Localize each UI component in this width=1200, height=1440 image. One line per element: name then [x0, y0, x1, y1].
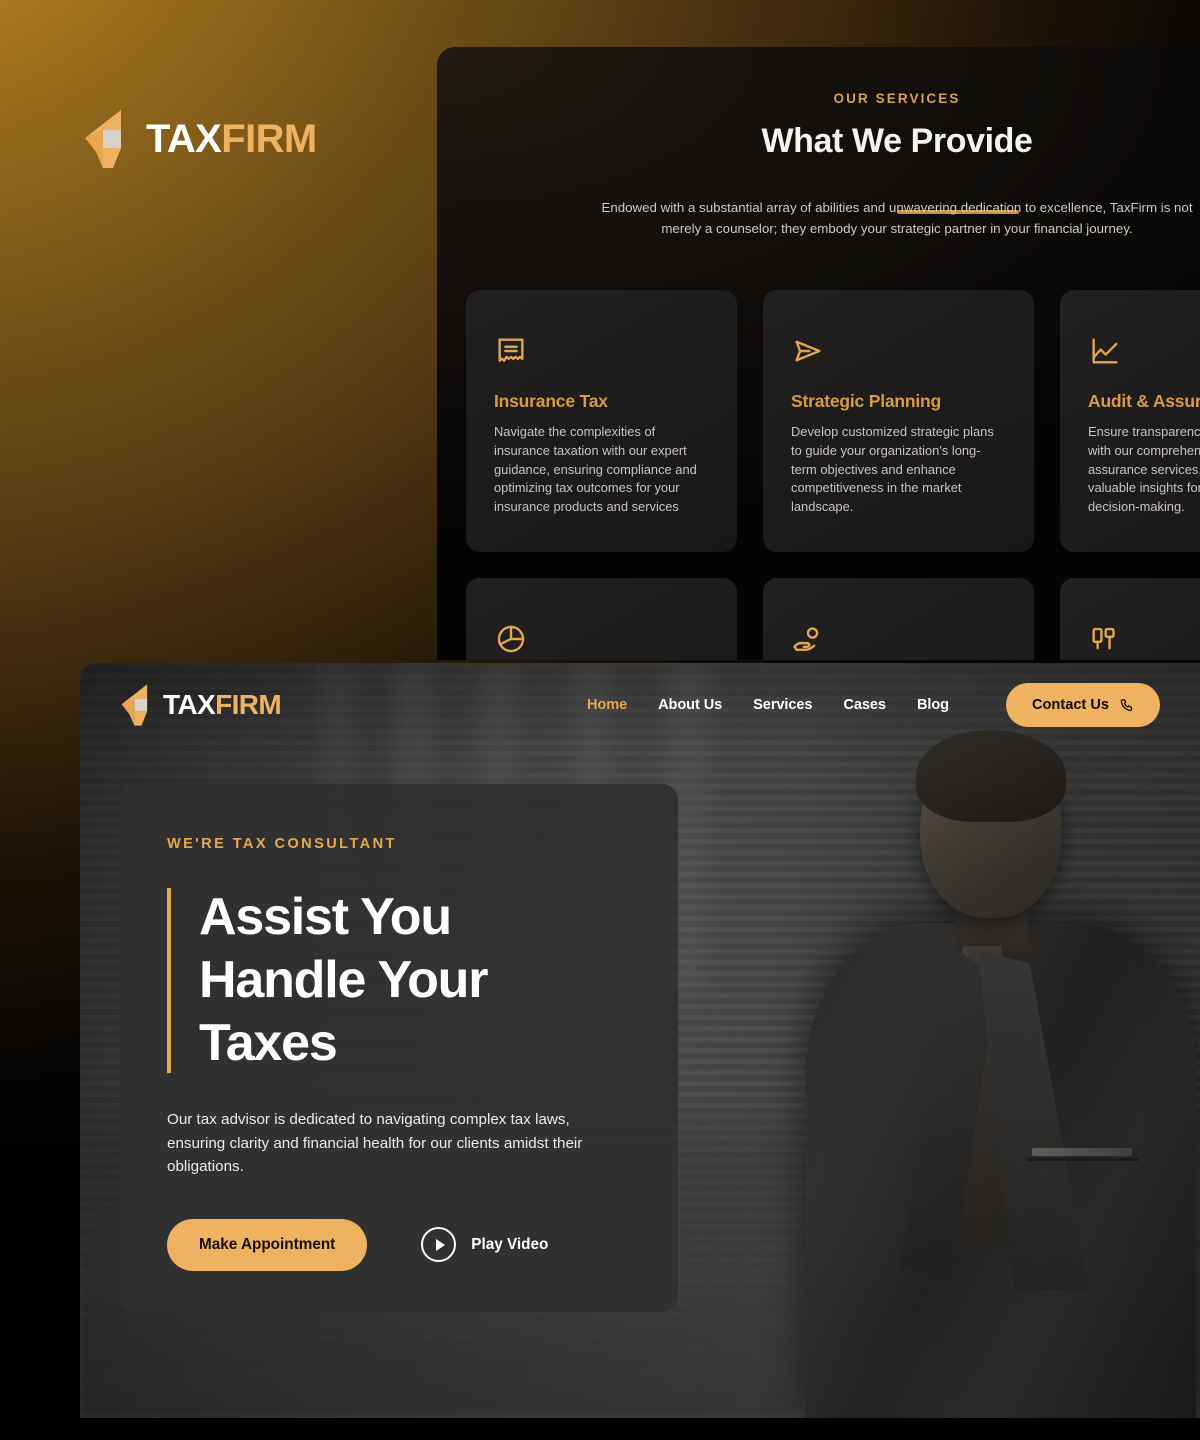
service-card[interactable]: Insurance Tax Navigate the complexities … — [466, 290, 737, 552]
play-circle-icon — [421, 1227, 457, 1262]
nav-link-services[interactable]: Services — [753, 697, 812, 713]
service-card[interactable] — [1060, 578, 1200, 660]
play-video-button[interactable]: Play Video — [421, 1227, 548, 1262]
hero-actions: Make Appointment Play Video — [167, 1218, 630, 1271]
brand-tax-text: TAX — [146, 116, 222, 161]
services-title: What We Provide — [761, 122, 1033, 160]
nav-link-cases[interactable]: Cases — [843, 697, 886, 713]
site-navbar: TAXFIRM Home About Us Services Cases Blo… — [80, 663, 1200, 747]
hero-heading-line-3: Taxes — [199, 1014, 338, 1072]
taxfirm-logo-icon — [121, 684, 148, 726]
service-card-desc: Develop customized strategic plans to gu… — [791, 424, 994, 515]
hero-eyebrow: WE'RE TAX CONSULTANT — [167, 836, 397, 852]
nav-link-blog[interactable]: Blog — [917, 697, 949, 713]
taxfirm-logo-icon — [85, 110, 121, 168]
hero-heading-line-1: Assist You — [199, 888, 452, 946]
paper-plane-icon — [791, 334, 825, 368]
services-panel: OUR SERVICES What We Provide Endowed wit… — [437, 47, 1200, 660]
service-card-title: Strategic Planning — [791, 391, 942, 411]
nav-link-home[interactable]: Home — [587, 697, 627, 713]
hero-heading: Assist You Handle Your Taxes — [199, 886, 630, 1075]
nav-links: Home About Us Services Cases Blog Contac… — [587, 683, 1160, 727]
hero-content-card: WE'RE TAX CONSULTANT Assist You Handle Y… — [120, 784, 678, 1312]
nav-link-about-us[interactable]: About Us — [658, 697, 722, 713]
services-eyebrow: OUR SERVICES — [833, 91, 961, 106]
line-chart-icon — [1088, 334, 1122, 368]
hero-heading-block: Assist You Handle Your Taxes — [167, 886, 630, 1075]
hero-subtext: Our tax advisor is dedicated to navigati… — [167, 1111, 583, 1175]
service-card-desc: Ensure transparency and compliance with … — [1088, 424, 1200, 515]
play-video-label: Play Video — [471, 1235, 549, 1253]
brand-tax-text: TAX — [163, 689, 216, 720]
service-card-title: Audit & Assurance — [1088, 391, 1200, 411]
service-card-title: Insurance Tax — [494, 391, 608, 411]
brand-wordmark: TAXFIRM — [163, 689, 282, 721]
hero-heading-line-2: Handle Your — [199, 951, 488, 1009]
hero-panel: TAXFIRM Home About Us Services Cases Blo… — [80, 663, 1200, 1418]
service-card-desc: Navigate the complexities of insurance t… — [494, 424, 697, 515]
pie-chart-icon — [494, 622, 528, 656]
phone-icon — [1120, 698, 1133, 711]
contact-us-label: Contact Us — [1031, 697, 1109, 713]
brand-logo-nav[interactable]: TAXFIRM — [120, 683, 282, 727]
service-card[interactable]: Strategic Planning Develop customized st… — [763, 290, 1034, 552]
play-triangle-icon — [435, 1238, 445, 1251]
hand-coin-icon — [791, 622, 825, 656]
service-card[interactable] — [763, 578, 1034, 660]
services-card-grid: Insurance Tax Navigate the complexities … — [466, 290, 1200, 660]
brand-wordmark: TAXFIRM — [146, 117, 317, 162]
kanban-layout-icon — [1088, 622, 1122, 656]
hero-accent-bar — [167, 888, 171, 1073]
contact-us-button[interactable]: Contact Us — [1005, 683, 1160, 727]
make-appointment-button[interactable]: Make Appointment — [167, 1218, 368, 1271]
receipt-icon — [494, 334, 528, 368]
brand-logo-top[interactable]: TAXFIRM — [83, 108, 317, 170]
service-card[interactable]: Audit & Assurance Ensure transparency an… — [1060, 290, 1200, 552]
service-card[interactable] — [466, 578, 737, 660]
brand-firm-text: FIRM — [221, 116, 317, 161]
services-lede: Endowed with a substantial array of abil… — [601, 200, 1193, 236]
brand-firm-text: FIRM — [215, 689, 282, 720]
